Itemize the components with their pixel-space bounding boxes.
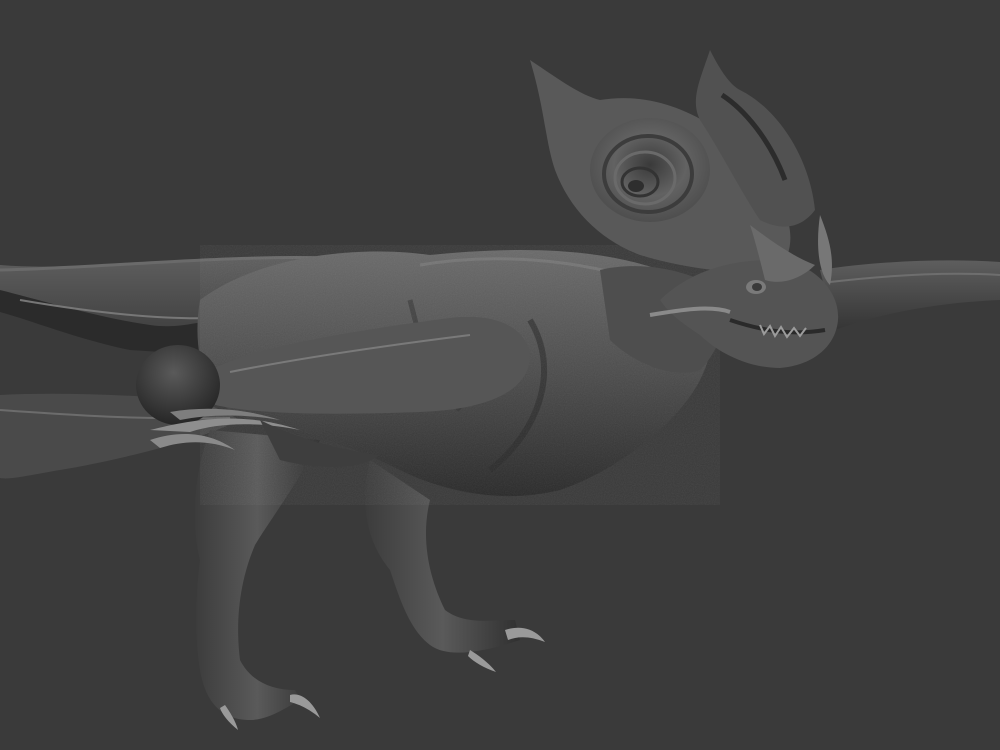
sculpt-viewport[interactable] [0,0,1000,750]
dragon-sculpt [0,0,1000,750]
